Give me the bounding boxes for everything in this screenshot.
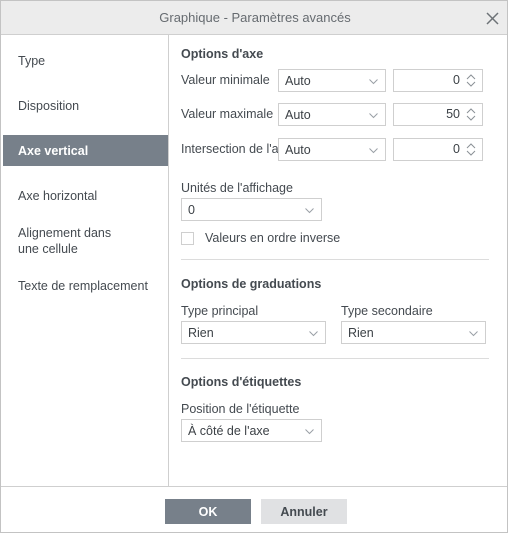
chevron-down-icon xyxy=(369,108,378,122)
dialog-footer: OK Annuler xyxy=(1,486,507,532)
axis-settings-panel: Options d'axe Valeur minimale Auto 0 Val… xyxy=(170,35,507,486)
advanced-chart-settings-dialog: Graphique - Paramètres avancés Type Disp… xyxy=(0,0,508,533)
section-divider xyxy=(181,358,489,359)
reverse-order-label: Valeurs en ordre inverse xyxy=(205,231,341,245)
chevron-down-icon xyxy=(309,326,318,340)
cancel-button[interactable]: Annuler xyxy=(261,499,347,524)
section-divider xyxy=(181,259,489,260)
minor-tick-select[interactable]: Rien xyxy=(341,321,486,344)
min-value-number: 0 xyxy=(453,73,460,87)
ok-button[interactable]: OK xyxy=(165,499,251,524)
display-units-select-text: 0 xyxy=(188,202,195,217)
sidebar-item-label: Alignement dans une cellule xyxy=(18,226,112,256)
sidebar-item-label: Texte de remplacement xyxy=(18,278,148,293)
axis-cross-select[interactable]: Auto xyxy=(278,138,386,161)
chevron-down-icon xyxy=(369,143,378,157)
dialog-title: Graphique - Paramètres avancés xyxy=(159,10,351,25)
min-value-stepper[interactable]: 0 xyxy=(393,69,483,92)
axis-options-title: Options d'axe xyxy=(181,47,264,61)
sidebar-item-label: Disposition xyxy=(18,98,80,113)
major-tick-select-text: Rien xyxy=(188,325,214,340)
axis-cross-stepper[interactable]: 0 xyxy=(393,138,483,161)
axis-cross-number: 0 xyxy=(453,142,460,156)
max-value-select-text: Auto xyxy=(285,107,311,122)
label-position-select-text: À côté de l'axe xyxy=(188,423,270,438)
label-options-title: Options d'étiquettes xyxy=(181,375,302,389)
major-tick-select[interactable]: Rien xyxy=(181,321,326,344)
axis-cross-label: Intersection de l'axe xyxy=(181,142,292,156)
axis-cross-select-text: Auto xyxy=(285,142,311,157)
close-icon[interactable] xyxy=(481,7,503,29)
max-value-select[interactable]: Auto xyxy=(278,103,386,126)
min-value-select[interactable]: Auto xyxy=(278,69,386,92)
chevron-down-icon xyxy=(305,424,314,438)
settings-sidebar: Type Disposition Axe vertical Axe horizo… xyxy=(1,35,169,486)
reverse-order-checkbox[interactable] xyxy=(181,231,194,245)
chevron-down-icon xyxy=(305,203,314,217)
minor-tick-label: Type secondaire xyxy=(341,304,433,318)
sidebar-item-alignement-dans-une-cellule[interactable]: Alignement dans une cellule xyxy=(3,221,168,261)
label-position-label: Position de l'étiquette xyxy=(181,402,300,416)
max-value-stepper[interactable]: 50 xyxy=(393,103,483,126)
chevron-down-icon xyxy=(369,74,378,88)
stepper-arrows-icon[interactable] xyxy=(465,142,477,157)
sidebar-item-label: Axe vertical xyxy=(18,143,89,158)
reverse-order-checkbox-row[interactable]: Valeurs en ordre inverse xyxy=(181,231,340,245)
sidebar-item-label: Axe horizontal xyxy=(18,188,98,203)
minor-tick-select-text: Rien xyxy=(348,325,374,340)
tick-options-title: Options de graduations xyxy=(181,277,322,291)
sidebar-item-label: Type xyxy=(18,53,46,68)
sidebar-item-axe-vertical[interactable]: Axe vertical xyxy=(3,135,168,166)
label-position-select[interactable]: À côté de l'axe xyxy=(181,419,322,442)
sidebar-item-disposition[interactable]: Disposition xyxy=(3,90,168,121)
display-units-select[interactable]: 0 xyxy=(181,198,322,221)
sidebar-item-type[interactable]: Type xyxy=(3,45,168,76)
display-units-label: Unités de l'affichage xyxy=(181,181,293,195)
stepper-arrows-icon[interactable] xyxy=(465,73,477,88)
min-value-select-text: Auto xyxy=(285,73,311,88)
max-value-label: Valeur maximale xyxy=(181,107,274,121)
major-tick-label: Type principal xyxy=(181,304,259,318)
min-value-label: Valeur minimale xyxy=(181,73,270,87)
chevron-down-icon xyxy=(469,326,478,340)
dialog-titlebar: Graphique - Paramètres avancés xyxy=(1,1,507,35)
max-value-number: 50 xyxy=(446,107,460,121)
stepper-arrows-icon[interactable] xyxy=(465,107,477,122)
sidebar-item-axe-horizontal[interactable]: Axe horizontal xyxy=(3,180,168,211)
sidebar-item-texte-de-remplacement[interactable]: Texte de remplacement xyxy=(3,270,168,301)
